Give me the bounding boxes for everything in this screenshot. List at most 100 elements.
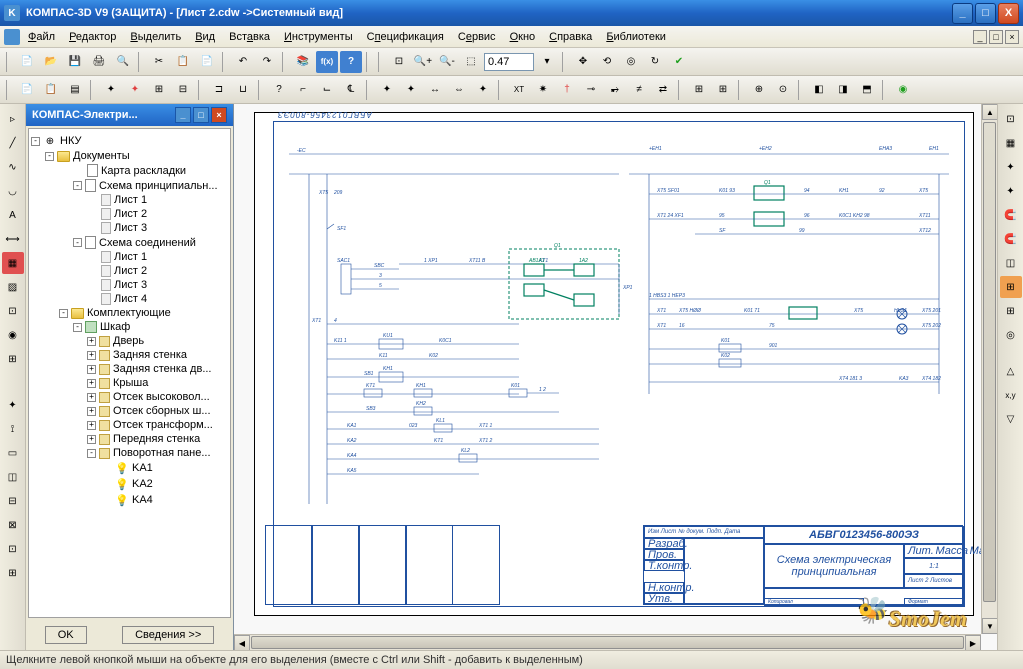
lt-hatch[interactable]: ▨ [2, 276, 24, 298]
orbit-button[interactable]: ◎ [620, 51, 642, 73]
lt-e[interactable]: ⟟ [2, 418, 24, 440]
menu-view[interactable]: Вид [189, 29, 221, 45]
maximize-button[interactable]: □ [975, 3, 996, 24]
tree-item[interactable]: Лист 2 [31, 265, 228, 277]
mdi-close[interactable]: × [1005, 30, 1019, 44]
scroll-up[interactable]: ▲ [982, 104, 997, 120]
lt-f[interactable]: ▭ [2, 442, 24, 464]
tool-j[interactable]: ? [268, 79, 290, 101]
menu-select[interactable]: Выделить [124, 29, 187, 45]
lt-k[interactable]: ⊞ [2, 562, 24, 584]
tree-item[interactable]: 💡KA1 [31, 461, 228, 475]
scroll-thumb-v[interactable] [983, 122, 996, 602]
scroll-left[interactable]: ◀ [234, 635, 250, 650]
rt-a[interactable]: ⊡ [1000, 108, 1022, 130]
menu-edit[interactable]: Редактор [63, 29, 122, 45]
lt-g[interactable]: ◫ [2, 466, 24, 488]
menu-file[interactable]: Файл [22, 29, 61, 45]
rt-j[interactable]: △ [1000, 360, 1022, 382]
tree-item[interactable]: +Задняя стенка [31, 349, 228, 361]
tool-b[interactable]: 📋 [40, 79, 62, 101]
tree-item[interactable]: -Схема принципиальн... [31, 179, 228, 192]
scroll-down[interactable]: ▼ [982, 618, 997, 634]
open-button[interactable]: 📂 [40, 51, 62, 73]
lt-c[interactable]: ⊞ [2, 348, 24, 370]
drawing-sheet[interactable]: АБВГ0123456-800ЭЗ -EC +EH1 +EH2 EHA3 EH1 [254, 112, 974, 616]
tree-item[interactable]: +Отсек трансформ... [31, 419, 228, 431]
mdi-minimize[interactable]: _ [973, 30, 987, 44]
lt-a[interactable]: ⊡ [2, 300, 24, 322]
tree-item[interactable]: Карта раскладки [31, 164, 228, 177]
tree-item[interactable]: +Передняя стенка [31, 433, 228, 445]
tool-s[interactable]: ✷ [532, 79, 554, 101]
lt-cursor[interactable]: ▹ [2, 108, 24, 130]
lt-rect[interactable]: ▦ [2, 252, 24, 274]
tool-h[interactable]: ⊐ [208, 79, 230, 101]
rt-h[interactable]: ⊞ [1000, 300, 1022, 322]
tool-x[interactable]: ⇄ [652, 79, 674, 101]
tree-min[interactable]: _ [175, 107, 191, 123]
tool-y[interactable]: ⊞ [688, 79, 710, 101]
canvas-area[interactable]: АБВГ0123456-800ЭЗ -EC +EH1 +EH2 EHA3 EH1 [234, 104, 997, 650]
rt-g[interactable]: ⊞ [1000, 276, 1022, 298]
rt-magnet[interactable]: 🧲 [1000, 204, 1022, 226]
tree-item[interactable]: +Отсек высоковол... [31, 391, 228, 403]
tool-ab[interactable]: ⊙ [772, 79, 794, 101]
menu-tools[interactable]: Инструменты [278, 29, 359, 45]
scroll-thumb-h[interactable] [251, 636, 964, 649]
tree-docs-node[interactable]: -Документы [31, 150, 228, 162]
tree-item[interactable]: -Шкаф [31, 321, 228, 333]
tool-q[interactable]: ⇔ [448, 79, 470, 101]
rt-d[interactable]: ✦ [1000, 180, 1022, 202]
tool-u[interactable]: ⊸ [580, 79, 602, 101]
close-button[interactable]: X [998, 3, 1019, 24]
scrollbar-vertical[interactable]: ▲ ▼ [981, 104, 997, 634]
fx-button[interactable]: f(x) [316, 51, 338, 73]
tool-z[interactable]: ⊞ [712, 79, 734, 101]
scroll-right[interactable]: ▶ [965, 635, 981, 650]
zoom-input[interactable] [484, 53, 534, 71]
check-button[interactable]: ✔ [668, 51, 690, 73]
lt-text[interactable]: A [2, 204, 24, 226]
lt-b[interactable]: ◉ [2, 324, 24, 346]
tree-item[interactable]: -Комплектующие [31, 307, 228, 319]
ok-button[interactable]: OK [45, 626, 87, 644]
redo-button[interactable]: ↷ [256, 51, 278, 73]
rt-l[interactable]: ▽ [1000, 408, 1022, 430]
tool-aa[interactable]: ⊕ [748, 79, 770, 101]
lt-j[interactable]: ⊡ [2, 538, 24, 560]
tree-item[interactable]: Лист 1 [31, 194, 228, 206]
cut-button[interactable]: ✂ [148, 51, 170, 73]
tree-root-node[interactable]: -⊕НКУ [31, 134, 228, 148]
tree-item[interactable]: +Отсек сборных ш... [31, 405, 228, 417]
tool-p[interactable]: ↔ [424, 79, 446, 101]
paste-button[interactable]: 📄 [196, 51, 218, 73]
zoom-out-button[interactable]: 🔍- [436, 51, 458, 73]
tree-max[interactable]: □ [193, 107, 209, 123]
rt-f[interactable]: ◫ [1000, 252, 1022, 274]
tool-k[interactable]: ⌐ [292, 79, 314, 101]
tool-xt[interactable]: XT [508, 79, 530, 101]
menu-service[interactable]: Сервис [452, 29, 502, 45]
new-button[interactable]: 📄 [16, 51, 38, 73]
menu-window[interactable]: Окно [504, 29, 542, 45]
tree-close[interactable]: × [211, 107, 227, 123]
tree-title[interactable]: КОМПАС-Электри... _ □ × [26, 104, 233, 126]
tool-n[interactable]: ✦ [376, 79, 398, 101]
minimize-button[interactable]: _ [952, 3, 973, 24]
rt-e[interactable]: 🧲 [1000, 228, 1022, 250]
lt-arc[interactable]: ◡ [2, 180, 24, 202]
menu-libs[interactable]: Библиотеки [600, 29, 672, 45]
tree-item[interactable]: Лист 3 [31, 279, 228, 291]
zoom-fit-button[interactable]: ⊡ [388, 51, 410, 73]
save-button[interactable]: 💾 [64, 51, 86, 73]
libs-button[interactable]: 📚 [292, 51, 314, 73]
lt-line[interactable]: ╱ [2, 132, 24, 154]
tool-w[interactable]: ≠ [628, 79, 650, 101]
zoom-window-button[interactable]: ⬚ [460, 51, 482, 73]
pan-button[interactable]: ✥ [572, 51, 594, 73]
tool-i[interactable]: ⊔ [232, 79, 254, 101]
rotate-button[interactable]: ⟲ [596, 51, 618, 73]
rt-xy[interactable]: x,y [1000, 384, 1022, 406]
mdi-restore[interactable]: □ [989, 30, 1003, 44]
